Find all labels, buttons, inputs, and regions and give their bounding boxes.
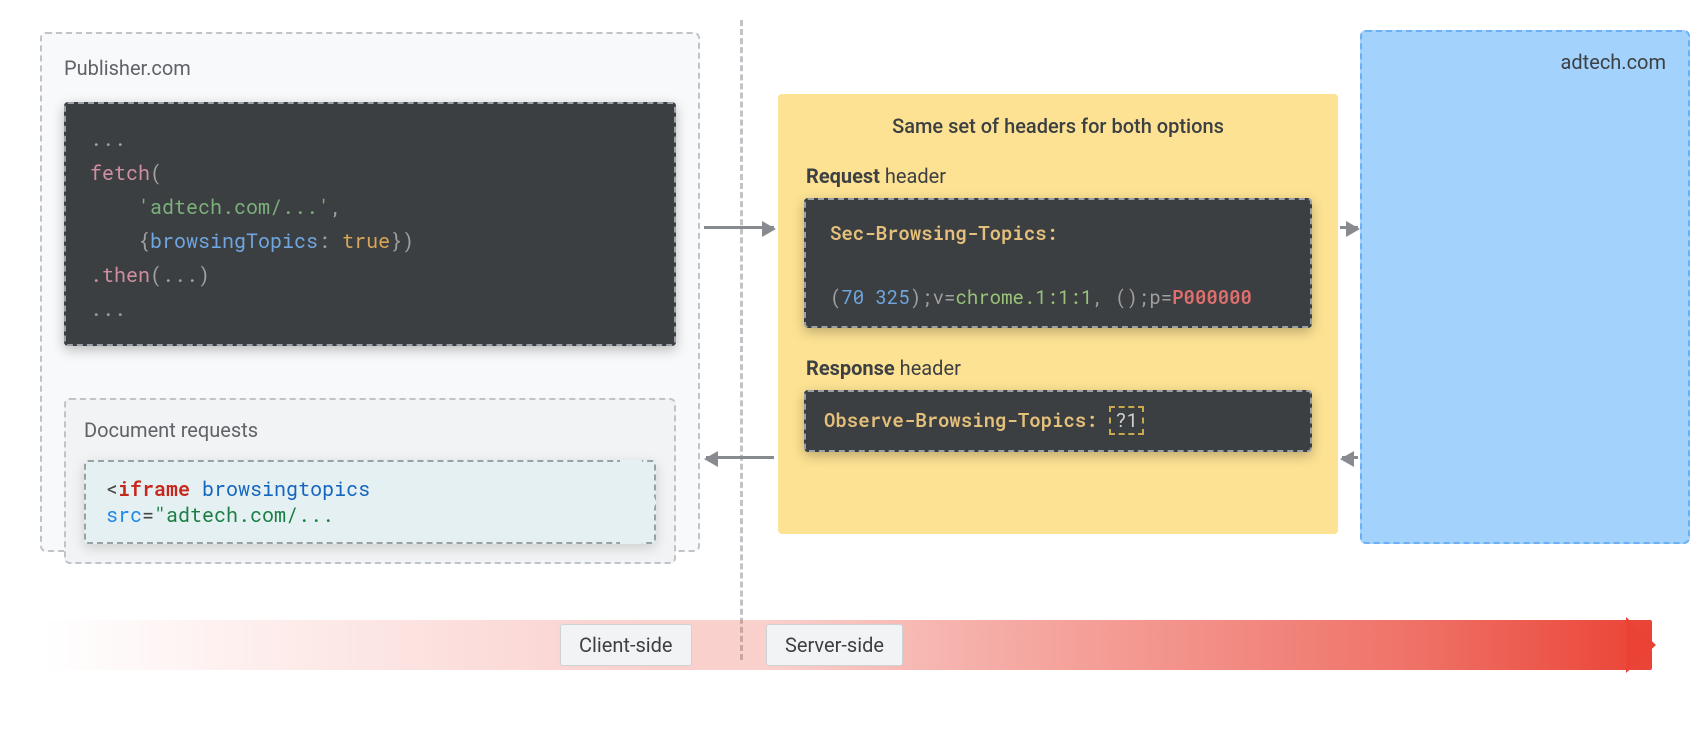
code-then-kw: .then bbox=[90, 262, 150, 288]
code-brace-close: }) bbox=[390, 228, 414, 254]
fetch-code-block: ... fetch( 'adtech.com/...', {browsingTo… bbox=[64, 102, 676, 346]
headers-title: Same set of headers for both options bbox=[804, 114, 1312, 138]
req-semi-v: ;v= bbox=[921, 285, 955, 310]
code-url-string: 'adtech.com/...' bbox=[138, 194, 330, 220]
req-num2: 325 bbox=[876, 285, 910, 310]
adtech-box: adtech.com bbox=[1360, 30, 1690, 544]
iframe-src-val: "adtech.com/... bbox=[154, 502, 334, 528]
response-header-label: Response header bbox=[806, 356, 1312, 380]
response-header-code: Observe-Browsing-Topics: ?1 bbox=[804, 390, 1312, 452]
request-header-code: Sec-Browsing-Topics: (70 325);v=chrome.1… bbox=[804, 198, 1312, 328]
client-side-chip: Client-side bbox=[560, 624, 692, 666]
iframe-eq: = bbox=[142, 502, 154, 528]
arrow-publisher-to-headers bbox=[704, 226, 774, 229]
headers-box: Same set of headers for both options Req… bbox=[778, 94, 1338, 534]
response-header-label-text: header bbox=[895, 356, 961, 380]
code-bool: true bbox=[342, 228, 390, 254]
iframe-attr-src: src bbox=[106, 502, 142, 528]
arrow-adtech-to-headers bbox=[1342, 456, 1358, 459]
resp-header-name: Observe-Browsing-Topics: bbox=[824, 408, 1098, 433]
req-semi-p: ;p= bbox=[1138, 285, 1172, 310]
request-header-label-text: header bbox=[880, 164, 946, 188]
arrow-headers-to-docreq bbox=[706, 456, 774, 459]
code-prop: browsingTopics bbox=[150, 228, 318, 254]
iframe-sp1 bbox=[190, 476, 202, 502]
response-header-label-bold: Response bbox=[806, 356, 895, 380]
req-num1: 70 bbox=[841, 285, 864, 310]
req-chrome: chrome.1:1:1 bbox=[955, 285, 1092, 310]
request-header-label: Request header bbox=[806, 164, 1312, 188]
request-header-label-bold: Request bbox=[806, 164, 880, 188]
req-header-name: Sec-Browsing-Topics: bbox=[830, 221, 1058, 246]
iframe-attr-browsingtopics: browsingtopics bbox=[202, 476, 370, 502]
code-comma: , bbox=[330, 194, 342, 220]
iframe-tag: iframe bbox=[118, 476, 190, 502]
architecture-diagram: Publisher.com ... fetch( 'adtech.com/...… bbox=[20, 20, 1672, 712]
code-then-args: (...) bbox=[150, 262, 210, 288]
req-open1: ( bbox=[830, 285, 841, 310]
code-ellipsis: ... bbox=[90, 126, 126, 152]
publisher-box: Publisher.com ... fetch( 'adtech.com/...… bbox=[40, 32, 700, 552]
code-ellipsis-end: ... bbox=[90, 296, 126, 322]
req-sp bbox=[864, 285, 875, 310]
publisher-title: Publisher.com bbox=[64, 56, 676, 80]
req-open2: () bbox=[1115, 285, 1138, 310]
iframe-lt: < bbox=[106, 476, 118, 502]
adtech-title: adtech.com bbox=[1384, 50, 1666, 74]
client-server-divider bbox=[740, 20, 743, 660]
code-open-paren: ( bbox=[150, 160, 162, 186]
document-requests-title: Document requests bbox=[84, 418, 656, 442]
document-requests-box: Document requests <iframe browsingtopics… bbox=[64, 398, 676, 564]
req-comma: , bbox=[1092, 285, 1115, 310]
iframe-snippet: <iframe browsingtopics src="adtech.com/.… bbox=[84, 460, 656, 544]
req-p: P000000 bbox=[1172, 285, 1252, 310]
code-brace-open: { bbox=[138, 228, 150, 254]
req-close1: ) bbox=[910, 285, 921, 310]
server-side-chip: Server-side bbox=[766, 624, 903, 666]
code-colon: : bbox=[318, 228, 342, 254]
resp-header-val: ?1 bbox=[1109, 406, 1144, 435]
arrow-headers-to-adtech bbox=[1340, 226, 1358, 229]
code-fetch-kw: fetch bbox=[90, 160, 150, 186]
